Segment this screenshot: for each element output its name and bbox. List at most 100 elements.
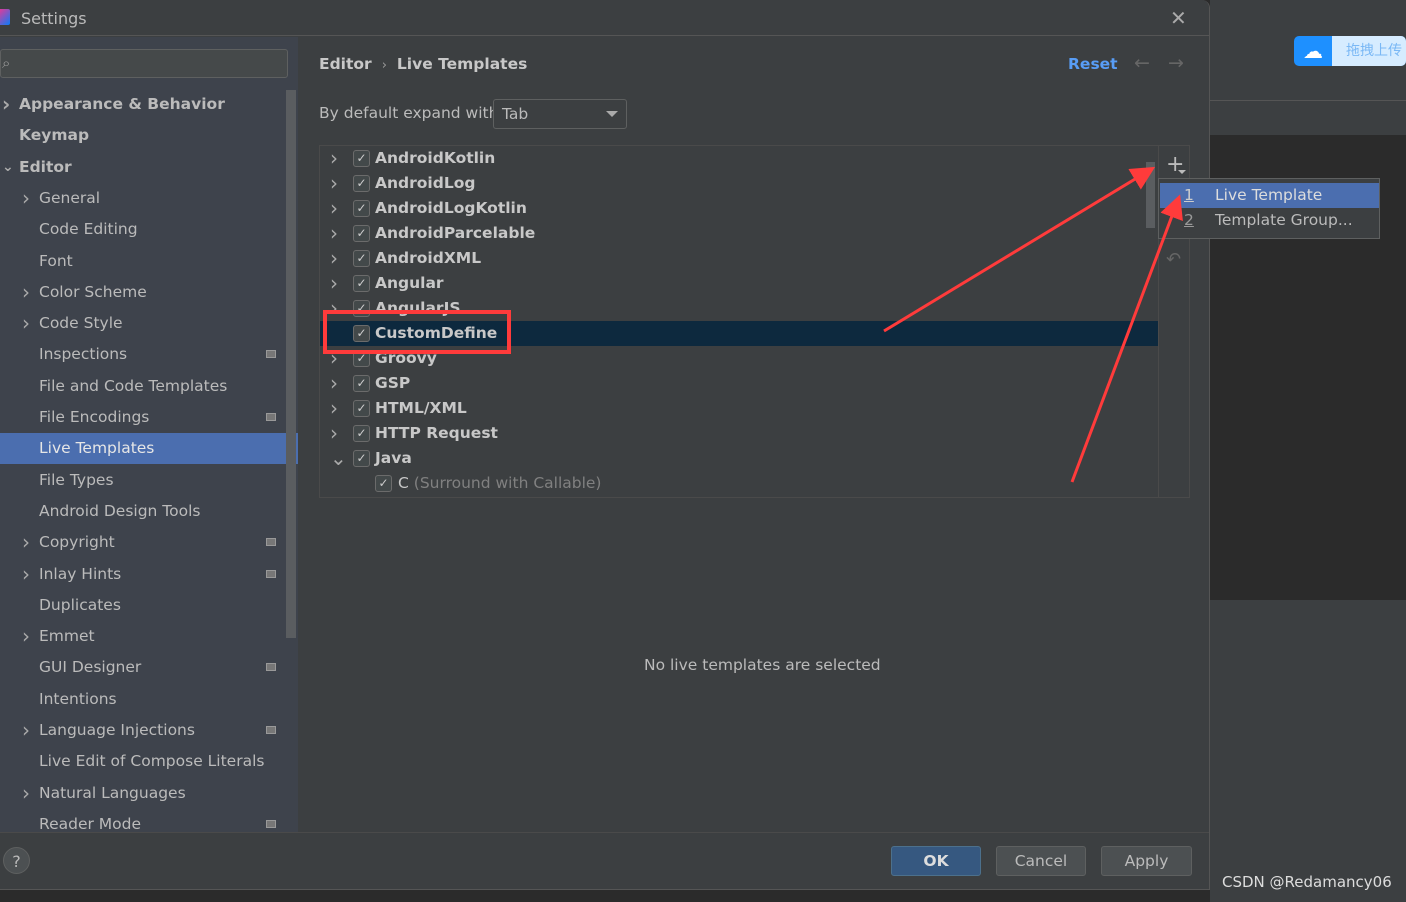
template-row[interactable]: › ✓ AndroidLogKotlin	[320, 196, 1158, 221]
expand-select[interactable]: Tab	[493, 99, 627, 129]
menu-item[interactable]: 2 Template Group...	[1160, 208, 1379, 233]
sidebar-item[interactable]: › Color Scheme	[0, 277, 298, 308]
chevron-right-icon[interactable]: ›	[330, 196, 338, 221]
sidebar-item[interactable]: › Inlay Hints	[0, 559, 298, 590]
sidebar-item[interactable]: File Encodings	[0, 402, 298, 433]
sidebar-item[interactable]: Keymap	[0, 120, 298, 151]
sidebar-item[interactable]: Code Editing	[0, 214, 298, 245]
chevron-right-icon[interactable]: ›	[330, 246, 338, 271]
sidebar-item[interactable]: File and Code Templates	[0, 371, 298, 402]
chevron-right-icon[interactable]: ›	[22, 308, 30, 339]
checkbox[interactable]: ✓	[353, 400, 370, 417]
template-label: HTTP Request	[375, 421, 498, 446]
checkbox[interactable]: ✓	[353, 175, 370, 192]
template-row[interactable]: › ✓ AndroidLog	[320, 171, 1158, 196]
chevron-right-icon[interactable]: ›	[330, 221, 338, 246]
sidebar-item[interactable]: Font	[0, 246, 298, 277]
template-row[interactable]: › ✓ AndroidKotlin	[320, 146, 1158, 171]
template-row[interactable]: › ✓ HTML/XML	[320, 396, 1158, 421]
checkbox[interactable]: ✓	[353, 450, 370, 467]
sidebar-item[interactable]: Duplicates	[0, 590, 298, 621]
watermark: CSDN @Redamancy06	[1222, 873, 1392, 891]
title-bar	[0, 0, 1209, 36]
checkbox[interactable]: ✓	[353, 150, 370, 167]
sidebar-scrollbar[interactable]	[286, 90, 296, 638]
template-row[interactable]: ✓ C (Surround with Callable)	[320, 471, 1158, 496]
sidebar-item[interactable]: › Code Style	[0, 308, 298, 339]
sidebar-item-label: GUI Designer	[39, 658, 142, 677]
sidebar-item[interactable]: Intentions	[0, 684, 298, 715]
sidebar-item[interactable]: › Language Injections	[0, 715, 298, 746]
sidebar-item[interactable]: Android Design Tools	[0, 496, 298, 527]
chevron-right-icon[interactable]: ›	[22, 183, 30, 214]
sidebar-item[interactable]: › Emmet	[0, 621, 298, 652]
checkbox[interactable]: ✓	[353, 275, 370, 292]
close-icon[interactable]: ✕	[1170, 6, 1187, 30]
tree-scrollbar[interactable]	[1146, 162, 1155, 228]
forward-arrow-icon[interactable]: →	[1168, 52, 1184, 74]
chevron-right-icon[interactable]: ›	[330, 371, 338, 396]
sidebar-item[interactable]: File Types	[0, 465, 298, 496]
template-label: Java	[375, 446, 412, 471]
sidebar-item-label: Appearance & Behavior	[19, 95, 225, 113]
chevron-right-icon[interactable]: ›	[22, 715, 30, 746]
checkbox[interactable]: ✓	[353, 425, 370, 442]
sidebar-item-label: Language Injections	[39, 721, 195, 739]
template-row[interactable]: › ✓ GSP	[320, 371, 1158, 396]
menu-item[interactable]: 1 Live Template	[1160, 183, 1379, 208]
chevron-right-icon[interactable]: ›	[2, 89, 10, 120]
cloud-icon: ☁	[1303, 39, 1323, 63]
chevron-right-icon[interactable]: ›	[22, 277, 30, 308]
settings-dialog: Settings ✕ ⌕ › Appearance & Behavior Keyma…	[0, 0, 1210, 890]
cancel-button[interactable]: Cancel	[996, 846, 1086, 876]
sidebar-item[interactable]: Live Edit of Compose Literals	[0, 746, 298, 777]
annotation-highlight-box	[323, 310, 511, 354]
chevron-right-icon[interactable]: ›	[330, 396, 338, 421]
chevron-right-icon[interactable]: ›	[22, 778, 30, 809]
chevron-right-icon[interactable]: ›	[330, 421, 338, 446]
chevron-right-icon[interactable]: ›	[22, 559, 30, 590]
checkbox[interactable]: ✓	[353, 375, 370, 392]
chevron-right-icon[interactable]: ›	[330, 271, 338, 296]
help-button[interactable]: ?	[3, 847, 30, 874]
template-row[interactable]: › ✓ Angular	[320, 271, 1158, 296]
sidebar-item[interactable]: ⌄ Editor	[0, 152, 298, 183]
chevron-down-icon[interactable]: ⌄	[330, 446, 347, 471]
sidebar-item[interactable]: Inspections	[0, 339, 298, 370]
template-row[interactable]: › ✓ AndroidXML	[320, 246, 1158, 271]
sidebar-item[interactable]: › Natural Languages	[0, 778, 298, 809]
ok-button[interactable]: OK	[891, 846, 981, 876]
template-row[interactable]: › ✓ AndroidParcelable	[320, 221, 1158, 246]
sidebar-item[interactable]: GUI Designer	[0, 652, 298, 683]
chevron-right-icon[interactable]: ›	[330, 171, 338, 196]
checkbox[interactable]: ✓	[353, 250, 370, 267]
project-settings-icon	[266, 569, 276, 578]
upload-widget[interactable]: ☁ 拖拽上传	[1294, 36, 1406, 66]
template-label: GSP	[375, 371, 410, 396]
sidebar-item[interactable]: › Appearance & Behavior	[0, 89, 298, 120]
chevron-right-icon[interactable]: ›	[22, 621, 30, 652]
template-name: AndroidLogKotlin	[375, 199, 527, 217]
sidebar-item-label: Copyright	[39, 533, 115, 552]
sidebar-item[interactable]: › General	[0, 183, 298, 214]
checkbox[interactable]: ✓	[353, 225, 370, 242]
template-name: AndroidXML	[375, 249, 482, 267]
chevron-right-icon[interactable]: ›	[22, 527, 30, 558]
checkbox[interactable]: ✓	[353, 200, 370, 217]
restore-icon[interactable]: ↶	[1166, 249, 1181, 270]
search-input[interactable]	[0, 49, 288, 78]
sidebar-item-label: Natural Languages	[39, 783, 186, 802]
apply-button[interactable]: Apply	[1101, 846, 1192, 876]
sidebar-item[interactable]: Live Templates	[0, 433, 298, 465]
sidebar-item[interactable]: › Copyright	[0, 527, 298, 558]
chevron-down-icon[interactable]: ⌄	[2, 152, 14, 183]
back-arrow-icon[interactable]: ←	[1134, 52, 1150, 74]
breadcrumb-editor[interactable]: Editor	[319, 55, 372, 73]
template-name: AndroidParcelable	[375, 224, 536, 242]
template-row[interactable]: › ✓ HTTP Request	[320, 421, 1158, 446]
search-icon: ⌕	[2, 54, 11, 72]
reset-link[interactable]: Reset	[1068, 55, 1118, 73]
checkbox[interactable]: ✓	[375, 475, 392, 492]
chevron-right-icon[interactable]: ›	[330, 146, 338, 171]
template-row[interactable]: ⌄ ✓ Java	[320, 446, 1158, 471]
